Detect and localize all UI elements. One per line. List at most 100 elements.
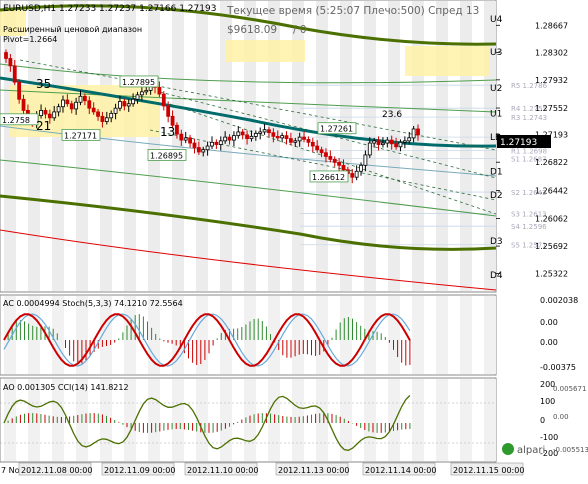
channel-level-label: D1	[490, 167, 503, 177]
time-band	[388, 379, 400, 461]
candle-body	[332, 158, 337, 163]
alpari-logo-text: alpari	[517, 445, 545, 456]
pivot-label: Pivot=1.2664	[3, 35, 57, 44]
candle-body	[135, 94, 140, 100]
time-band	[316, 379, 328, 461]
candle-body	[227, 136, 232, 141]
candle-body	[96, 111, 100, 117]
time-band	[4, 1, 16, 291]
annotation-label: 13	[160, 125, 175, 139]
price-label-text: 1.2758	[2, 116, 30, 125]
ac-tick-label: 0.00	[540, 338, 558, 347]
time-band	[364, 379, 376, 461]
ao-tick-label: 0.00	[553, 413, 569, 421]
annotation-label: 23.6	[382, 110, 402, 120]
time-band	[196, 296, 208, 374]
candle-body	[179, 133, 184, 141]
candle-body	[43, 110, 48, 115]
balance: $9618.09	[227, 24, 277, 36]
candle-body	[69, 103, 74, 110]
candle-body	[170, 115, 175, 126]
candle-body	[416, 128, 420, 136]
time-band	[76, 1, 88, 291]
time-band	[340, 1, 352, 291]
ao-header: AO 0.001305 CCI(14) 141.8212	[3, 383, 129, 392]
cci-tick-label: -100	[540, 433, 558, 442]
price-tick-label: 1.26822	[535, 158, 568, 167]
candle-body	[398, 141, 403, 148]
time-band	[460, 379, 472, 461]
time-band	[364, 296, 376, 374]
time-band	[436, 296, 448, 374]
ao-tick-label: -0.005513	[553, 446, 588, 454]
ac-tick-label: 0.002038	[540, 296, 578, 305]
time-band	[412, 379, 424, 461]
current-price-tag: 1.27193	[497, 135, 551, 148]
candle-body	[139, 91, 144, 96]
time-band	[484, 379, 496, 461]
candle-body	[210, 141, 214, 147]
candle-body	[354, 170, 359, 178]
time-band	[412, 296, 424, 374]
time-band	[292, 296, 304, 374]
candle-body	[126, 103, 131, 107]
price-label-text: 1.26612	[312, 173, 345, 182]
candle-body	[82, 95, 87, 102]
price-tick-label: 1.25322	[535, 270, 568, 279]
pivot-level-label: R3 1.2743	[511, 114, 547, 122]
time-band	[484, 296, 496, 374]
candle-body	[249, 135, 254, 140]
indicator-subtitle: Расширенный ценовой диапазон	[3, 25, 142, 34]
price-label-text: 1.27261	[320, 125, 353, 134]
candle-body	[161, 93, 166, 107]
ao-tick-label: 0.005671	[553, 385, 586, 393]
price-label-text: 1.27171	[64, 131, 97, 140]
alpari-logo-icon	[502, 443, 514, 455]
candle-body	[218, 140, 223, 145]
candle-body	[21, 98, 26, 111]
candle-body	[214, 141, 219, 145]
candle-body	[61, 99, 65, 108]
price-tick-label: 1.28667	[535, 21, 568, 30]
candle-body	[262, 129, 267, 133]
candle-body	[367, 142, 372, 156]
candle-body	[166, 105, 171, 117]
candle-body	[201, 149, 206, 153]
candle-body	[157, 87, 162, 95]
channel-level-label: U3	[490, 48, 502, 58]
candle-body	[381, 142, 385, 145]
candle-body	[284, 135, 289, 140]
channel-level-label: U2	[490, 84, 502, 94]
price-tick-label: 1.25692	[535, 242, 568, 251]
time-info: Текущее время (5:25:07 Плечо:500) Спред …	[226, 5, 479, 17]
candle-body	[188, 137, 192, 144]
candle-body	[196, 147, 201, 153]
time-label: 2012.11.10 00:00	[187, 466, 258, 475]
candle-body	[363, 154, 368, 166]
candle-body	[385, 139, 390, 144]
candle-body	[205, 145, 210, 151]
highlight-zone	[405, 46, 489, 76]
channel-level-label: U4	[490, 15, 503, 25]
time-band	[172, 379, 184, 461]
candle-body	[17, 81, 22, 100]
symbol-header: EURUSD,H1 1.27233 1.27237 1.27166 1.2719…	[3, 4, 216, 14]
channel-level-label: D2	[490, 191, 503, 201]
alpari-logo: alpari	[502, 443, 545, 456]
time-label: 2012.11.13 00:00	[278, 466, 349, 475]
candle-body	[350, 173, 355, 178]
candle-body	[240, 131, 245, 136]
candle-body	[183, 137, 188, 141]
cci-tick-label: 0	[540, 416, 545, 425]
candle-body	[192, 142, 197, 148]
candle-body	[319, 149, 324, 154]
candle-body	[253, 133, 258, 137]
time-band	[148, 1, 160, 291]
candle-body	[131, 98, 136, 105]
candle-body	[245, 134, 249, 140]
candle-body	[324, 152, 328, 157]
time-label: 2012.11.15 00:00	[453, 466, 524, 475]
time-label: 2012.11.09 00:00	[104, 466, 175, 475]
candle-body	[56, 106, 61, 113]
time-label: 2012.11.08 00:00	[21, 466, 92, 475]
